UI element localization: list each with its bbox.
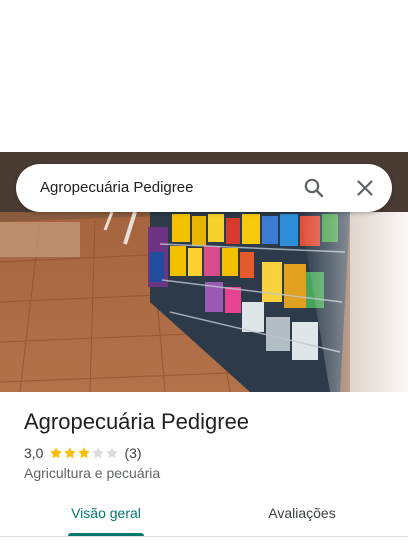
review-count[interactable]: (3) [124, 445, 141, 461]
search-bar[interactable]: Agropecuária Pedigree [16, 164, 392, 212]
search-query-text[interactable]: Agropecuária Pedigree [40, 179, 193, 196]
place-details-screen: Agropecuária Pedigree Agropecuária Pedig… [0, 0, 408, 544]
search-icon[interactable] [302, 176, 326, 200]
star-empty-icon [105, 446, 119, 460]
rating-stars [49, 446, 119, 460]
tab-bar: Visão geral Avaliações [0, 490, 408, 536]
star-empty-icon [91, 446, 105, 460]
star-filled-icon [63, 446, 77, 460]
tab-overview[interactable]: Visão geral [62, 490, 150, 536]
tab-reviews[interactable]: Avaliações [258, 490, 346, 536]
star-filled-icon [49, 446, 63, 460]
rating-row[interactable]: 3,0 (3) [24, 444, 142, 462]
close-icon[interactable] [353, 176, 377, 200]
place-name: Agropecuária Pedigree [24, 409, 250, 434]
place-category: Agricultura e pecuária [24, 465, 161, 481]
divider [0, 536, 408, 537]
rating-value: 3,0 [24, 445, 44, 461]
star-filled-icon [77, 446, 91, 460]
